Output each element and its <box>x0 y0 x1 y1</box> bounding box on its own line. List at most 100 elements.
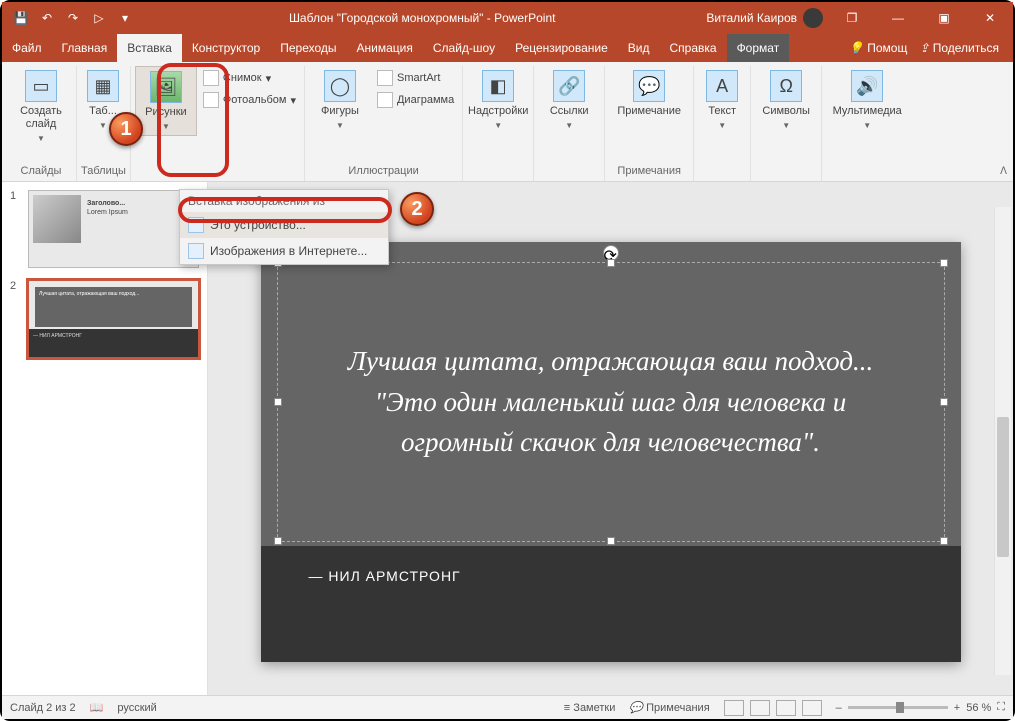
text-icon: A <box>706 70 738 102</box>
new-slide-button[interactable]: ▭ Создать слайд ▼ <box>10 66 72 147</box>
screenshot-button[interactable]: Снимок ▾ <box>199 68 300 88</box>
text-button[interactable]: A Текст ▼ <box>698 66 746 134</box>
thumbnail-preview: Лучшая цитата, отражающая ваш подход... … <box>28 280 199 358</box>
account-area[interactable]: Виталий Каиров <box>700 8 829 28</box>
chevron-down-icon: ▼ <box>718 121 726 130</box>
quote-textbox[interactable]: Лучшая цитата, отражающая ваш подход... … <box>277 262 945 542</box>
shapes-button[interactable]: ◯ Фигуры ▼ <box>309 66 371 134</box>
resize-handle[interactable] <box>274 398 282 406</box>
annotation-callout-2: 2 <box>400 192 434 226</box>
resize-handle[interactable] <box>940 398 948 406</box>
pictures-button[interactable]: 🖼 Рисунки ▼ <box>135 66 197 136</box>
slide-counter[interactable]: Слайд 2 из 2 <box>10 702 76 714</box>
media-icon: 🔊 <box>851 70 883 102</box>
save-icon[interactable]: 💾 <box>12 9 30 27</box>
online-pictures-icon <box>188 243 204 259</box>
tab-animations[interactable]: Анимация <box>347 34 423 62</box>
chevron-down-icon: ▼ <box>336 121 344 130</box>
notes-icon: ≡ <box>564 702 570 714</box>
resize-handle[interactable] <box>607 259 615 267</box>
thumbnail-preview: Заголово...Lorem Ipsum <box>28 190 199 268</box>
spellcheck-icon[interactable]: 📖 <box>90 701 104 714</box>
notes-toggle[interactable]: ≡ Заметки <box>564 702 616 714</box>
tab-file[interactable]: Файл <box>2 34 52 62</box>
thumbnail-1[interactable]: 1 Заголово...Lorem Ipsum <box>10 190 199 268</box>
qat-customize-icon[interactable]: ▾ <box>116 9 134 27</box>
workspace: 1 Заголово...Lorem Ipsum 2 Лучшая цитата… <box>2 182 1013 695</box>
insert-from-device-item[interactable]: Это устройство... <box>180 212 388 238</box>
minimize-button[interactable]: — <box>875 2 921 34</box>
resize-handle[interactable] <box>940 537 948 545</box>
group-label-slides: Слайды <box>10 163 72 181</box>
chart-icon <box>377 92 393 108</box>
group-label-symbols <box>755 163 817 181</box>
maximize-button[interactable]: ▣ <box>921 2 967 34</box>
undo-icon[interactable]: ↶ <box>38 9 56 27</box>
group-addins: ◧ Надстройки ▼ <box>463 66 534 181</box>
vertical-scrollbar[interactable] <box>994 207 1011 675</box>
comment-button[interactable]: 💬 Примечание <box>609 66 689 122</box>
sorter-view-button[interactable] <box>750 700 770 716</box>
reading-view-button[interactable] <box>776 700 796 716</box>
share-button[interactable]: ⇪ Поделиться <box>919 41 999 55</box>
zoom-in-button[interactable]: + <box>954 702 960 714</box>
normal-view-button[interactable] <box>724 700 744 716</box>
symbols-button[interactable]: Ω Символы ▼ <box>755 66 817 134</box>
tab-view[interactable]: Вид <box>618 34 660 62</box>
bulb-icon: 💡 <box>849 41 864 55</box>
slide-thumbnails-panel[interactable]: 1 Заголово...Lorem Ipsum 2 Лучшая цитата… <box>2 182 208 695</box>
addins-button[interactable]: ◧ Надстройки ▼ <box>467 66 529 134</box>
resize-handle[interactable] <box>940 259 948 267</box>
group-label-images <box>135 163 300 181</box>
insert-online-pictures-item[interactable]: Изображения в Интернете... <box>180 238 388 264</box>
resize-handle[interactable] <box>274 537 282 545</box>
scrollbar-thumb[interactable] <box>997 417 1009 557</box>
insert-picture-dropdown: Вставка изображения из Это устройство...… <box>179 189 389 265</box>
tab-review[interactable]: Рецензирование <box>505 34 618 62</box>
tab-home[interactable]: Главная <box>52 34 118 62</box>
author-text: — НИЛ АРМСТРОНГ <box>309 568 461 584</box>
fit-to-window-button[interactable]: ⛶ <box>997 701 1005 714</box>
tab-insert[interactable]: Вставка <box>117 34 182 62</box>
smartart-button[interactable]: SmartArt <box>373 68 458 88</box>
photo-album-icon <box>203 92 219 108</box>
chevron-down-icon: ▾ <box>290 94 296 107</box>
media-button[interactable]: 🔊 Мультимедиа ▼ <box>826 66 908 134</box>
tab-design[interactable]: Конструктор <box>182 34 270 62</box>
chart-button[interactable]: Диаграмма <box>373 90 458 110</box>
tab-help[interactable]: Справка <box>659 34 726 62</box>
new-slide-icon: ▭ <box>25 70 57 102</box>
tab-format[interactable]: Формат <box>727 34 790 62</box>
tell-me-search[interactable]: 💡 Помощ <box>849 41 907 55</box>
quick-access-toolbar: 💾 ↶ ↷ ▷ ▾ <box>2 9 144 27</box>
zoom-knob[interactable] <box>896 702 904 713</box>
chevron-down-icon: ▼ <box>782 121 790 130</box>
group-label-illustrations: Иллюстрации <box>309 163 458 181</box>
photo-album-button[interactable]: Фотоальбом ▾ <box>199 90 300 110</box>
ribbon-display-options-icon[interactable]: ❐ <box>829 2 875 34</box>
comments-toggle[interactable]: 💬 Примечания <box>629 701 709 714</box>
redo-icon[interactable]: ↷ <box>64 9 82 27</box>
smartart-icon <box>377 70 393 86</box>
links-button[interactable]: 🔗 Ссылки ▼ <box>538 66 600 134</box>
author-band[interactable]: — НИЛ АРМСТРОНГ <box>261 546 961 662</box>
tab-slideshow[interactable]: Слайд-шоу <box>423 34 505 62</box>
close-button[interactable]: ✕ <box>967 2 1013 34</box>
collapse-ribbon-icon[interactable]: ᐱ <box>1000 166 1007 177</box>
comments-icon: 💬 <box>629 702 643 714</box>
chevron-down-icon: ▼ <box>863 121 871 130</box>
language-indicator[interactable]: русский <box>117 702 156 714</box>
chevron-down-icon: ▼ <box>162 122 170 131</box>
zoom-out-button[interactable]: – <box>836 702 842 714</box>
slide-canvas[interactable]: ⟳ Лучшая цитата, отражающая ваш подход..… <box>261 242 961 662</box>
thumbnail-2[interactable]: 2 Лучшая цитата, отражающая ваш подход..… <box>10 280 199 358</box>
start-from-beginning-icon[interactable]: ▷ <box>90 9 108 27</box>
zoom-percent[interactable]: 56 % <box>966 702 991 714</box>
zoom-slider[interactable] <box>848 706 948 709</box>
resize-handle[interactable] <box>607 537 615 545</box>
tab-transitions[interactable]: Переходы <box>270 34 346 62</box>
slideshow-view-button[interactable] <box>802 700 822 716</box>
group-label-comments: Примечания <box>609 163 689 181</box>
status-bar: Слайд 2 из 2 📖 русский ≡ Заметки 💬 Приме… <box>2 695 1013 719</box>
thumbnail-number: 1 <box>10 190 22 268</box>
